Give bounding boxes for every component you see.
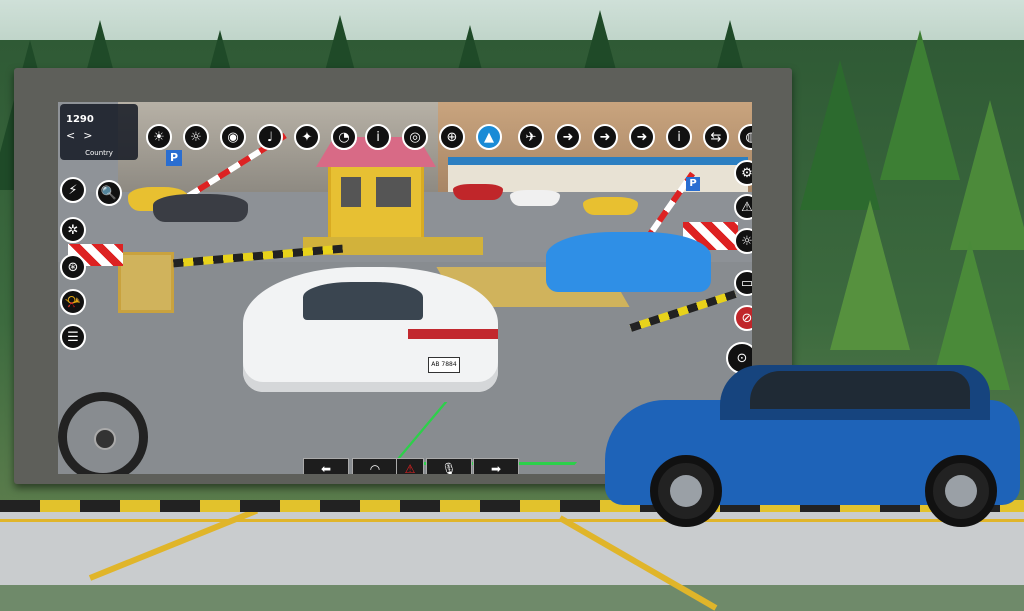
player-car-white: AB 7884 [243, 267, 498, 392]
license-plate: AB 7884 [428, 357, 460, 373]
curb-island-left [118, 252, 174, 313]
police-car [510, 190, 560, 206]
speedometer-button[interactable]: ◠ [352, 458, 398, 474]
steering-wheel-hub [94, 428, 116, 450]
blue-suv [600, 355, 1024, 535]
steering-wheel-icon[interactable]: ⊛ [60, 254, 86, 280]
engine-icon[interactable]: ⚡ [60, 177, 86, 203]
wiper-icon[interactable]: ✦ [294, 124, 320, 150]
passenger-icon[interactable]: ✈ [518, 124, 544, 150]
sound-icon[interactable]: ♩ [257, 124, 283, 150]
walk-icon[interactable]: ➜ [555, 124, 581, 150]
highbeam-icon[interactable]: ☼ [183, 124, 209, 150]
parking-sign-right: P [686, 177, 700, 191]
mirror-icon[interactable]: ⇆ [703, 124, 729, 150]
suv-wheel-rear [925, 455, 997, 527]
lights-icon[interactable]: ✲ [60, 217, 86, 243]
horn-trumpet-icon[interactable]: 📯 [60, 289, 86, 315]
left-arrow-button[interactable]: ⬅ [303, 458, 349, 474]
country-selector[interactable]: <> [66, 129, 100, 142]
boost-icon[interactable]: ▲ [476, 124, 502, 150]
run-icon[interactable]: ➜ [592, 124, 618, 150]
horn-icon[interactable]: ◉ [220, 124, 246, 150]
info-icon-right[interactable]: i [666, 124, 692, 150]
blue-car [546, 232, 711, 292]
right-arrow-button[interactable]: ➡ [473, 458, 519, 474]
country-next-button[interactable]: > [83, 129, 100, 142]
red-car [453, 184, 503, 200]
yellow-car-far [583, 197, 638, 215]
menu-icon[interactable]: ☰ [60, 324, 86, 350]
steering-wheel[interactable] [58, 392, 148, 474]
suv-wheel-front [650, 455, 722, 527]
exit-icon[interactable]: ➜ [629, 124, 655, 150]
country-label: Country [85, 149, 113, 157]
dark-car [153, 194, 248, 222]
hazard-button[interactable]: ⚠ [396, 458, 424, 474]
country-prev-button[interactable]: < [66, 129, 83, 142]
parking-sign: P [166, 150, 182, 166]
suv-window [750, 371, 970, 409]
steering-icon[interactable]: ◎ [402, 124, 428, 150]
view-icon[interactable]: ⊕ [439, 124, 465, 150]
search-icon[interactable]: 🔍 [96, 180, 122, 206]
coin-count: 1290 [66, 114, 94, 125]
info-icon[interactable]: i [365, 124, 391, 150]
headlights-icon[interactable]: ☀ [146, 124, 172, 150]
mic-button[interactable]: 🎙 [426, 458, 472, 474]
camera-icon[interactable]: ◔ [331, 124, 357, 150]
coin-country-panel: 1290 <> Country [60, 104, 138, 160]
